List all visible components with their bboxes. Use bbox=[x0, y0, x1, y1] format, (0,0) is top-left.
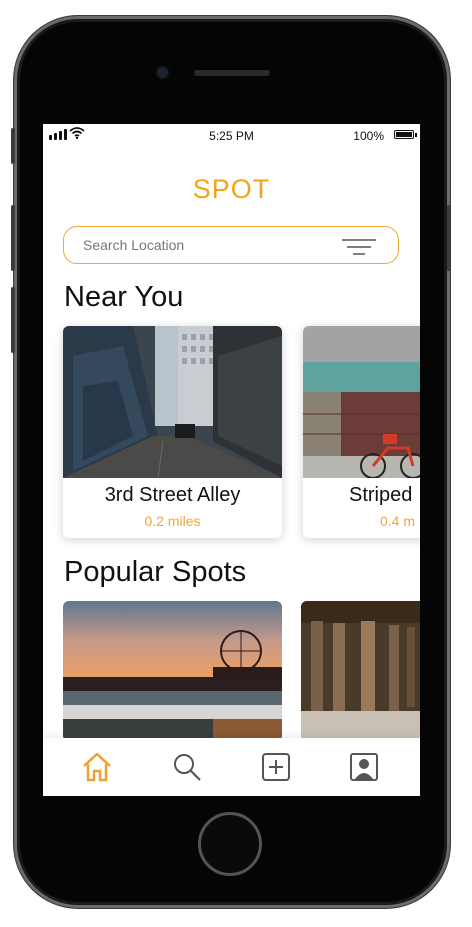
near-you-heading: Near You bbox=[64, 281, 184, 313]
power-button bbox=[447, 205, 451, 271]
filter-icon[interactable] bbox=[342, 238, 376, 256]
spot-distance: 0.2 miles bbox=[144, 513, 201, 529]
profile-icon[interactable] bbox=[348, 751, 380, 783]
home-button[interactable] bbox=[198, 812, 262, 876]
volume-down-button bbox=[11, 287, 15, 353]
striped-wall-photo bbox=[303, 326, 420, 478]
popular-spot-card[interactable] bbox=[63, 601, 282, 741]
battery-icon bbox=[394, 130, 414, 139]
spot-distance: 0.4 m bbox=[380, 513, 416, 529]
spot-name: 3rd Street Alley bbox=[104, 484, 241, 506]
home-icon[interactable] bbox=[81, 751, 113, 783]
status-bar: 5:25 PM 100% bbox=[43, 124, 420, 146]
spot-card[interactable]: Striped 0.4 m bbox=[303, 326, 420, 538]
under-pier-photo bbox=[301, 601, 420, 741]
popular-spots-heading: Popular Spots bbox=[64, 556, 247, 588]
front-camera bbox=[157, 67, 168, 78]
search-bar[interactable] bbox=[63, 226, 399, 264]
volume-up-button bbox=[11, 205, 15, 271]
popular-carousel[interactable] bbox=[63, 601, 420, 741]
earpiece-speaker bbox=[194, 70, 270, 76]
battery-percent: 100% bbox=[353, 129, 384, 143]
mute-switch bbox=[11, 128, 15, 164]
add-icon[interactable] bbox=[260, 751, 292, 783]
search-input[interactable] bbox=[81, 236, 325, 254]
app-screen: 5:25 PM 100% SPOT Near You bbox=[43, 124, 420, 796]
popular-spot-card[interactable] bbox=[301, 601, 420, 741]
app-title: SPOT bbox=[192, 174, 271, 204]
near-you-carousel[interactable]: 3rd Street Alley 0.2 miles Striped 0.4 m bbox=[63, 326, 420, 538]
spot-card[interactable]: 3rd Street Alley 0.2 miles bbox=[63, 326, 282, 538]
bottom-tab-bar bbox=[43, 738, 420, 796]
search-icon[interactable] bbox=[171, 751, 203, 783]
pier-sunset-photo bbox=[63, 601, 282, 741]
alley-photo bbox=[63, 326, 282, 478]
spot-name: Striped bbox=[349, 484, 413, 506]
battery-tip bbox=[415, 133, 417, 137]
